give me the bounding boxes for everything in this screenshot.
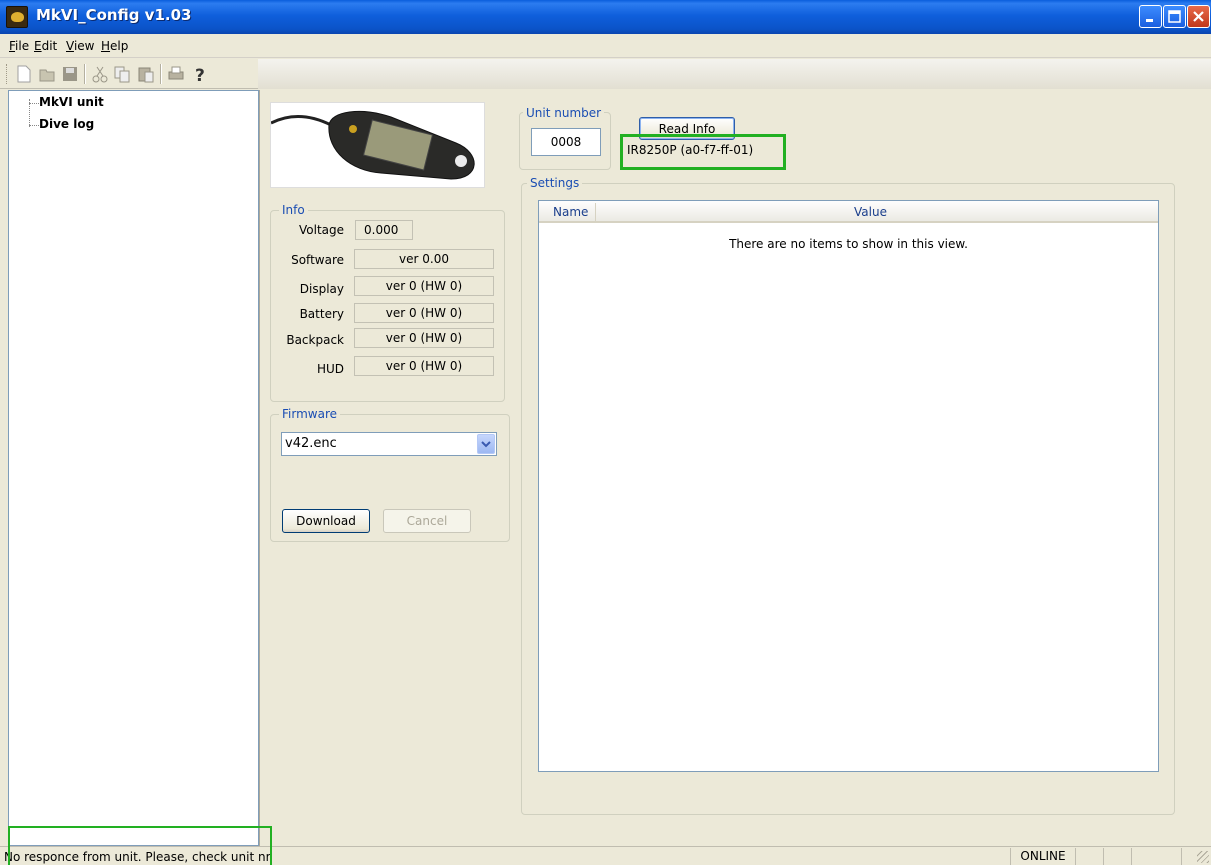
device-image <box>270 102 485 188</box>
voltage-value: 0.000 <box>355 220 413 240</box>
firmware-select-value: v42.enc <box>285 436 337 451</box>
tree-connector <box>29 125 39 126</box>
chip-id-highlight-box <box>620 134 786 170</box>
app-icon <box>6 6 28 28</box>
display-value: ver 0 (HW 0) <box>354 276 494 296</box>
toolbar: ? <box>0 59 1211 89</box>
open-icon[interactable] <box>38 64 58 84</box>
settings-list[interactable]: Name Value There are no items to show in… <box>538 200 1159 772</box>
firmware-group-title: Firmware <box>279 407 340 421</box>
toolbar-separator <box>160 64 162 84</box>
status-panel <box>1104 848 1132 865</box>
resize-grip[interactable] <box>1197 851 1209 863</box>
menu-file[interactable]: File <box>9 39 29 53</box>
column-header-name[interactable]: Name <box>553 205 588 219</box>
list-header: Name Value <box>539 201 1158 223</box>
toolbar-grip[interactable] <box>6 64 9 84</box>
chevron-down-icon[interactable] <box>477 434 495 454</box>
copy-icon[interactable] <box>112 64 132 84</box>
menu-view[interactable]: View <box>66 39 94 53</box>
title-bar: MkVI_Config v1.03 <box>0 0 1211 34</box>
status-highlight-box <box>8 826 272 865</box>
maximize-button[interactable] <box>1163 5 1186 28</box>
connection-status: ONLINE <box>1010 848 1076 865</box>
paste-icon[interactable] <box>136 64 156 84</box>
info-group-title: Info <box>279 203 308 217</box>
download-button[interactable]: Download <box>282 509 370 533</box>
svg-text:?: ? <box>195 66 205 84</box>
help-icon[interactable]: ? <box>190 64 210 86</box>
close-button[interactable] <box>1187 5 1210 28</box>
menu-edit[interactable]: Edit <box>34 39 57 53</box>
unit-number-title: Unit number <box>523 106 605 120</box>
firmware-select[interactable]: v42.enc <box>281 432 497 456</box>
software-label: Software <box>291 253 344 267</box>
column-header-value[interactable]: Value <box>854 205 887 219</box>
close-icon <box>1193 11 1204 22</box>
maximize-icon <box>1168 10 1181 23</box>
voltage-label: Voltage <box>298 223 344 237</box>
menu-help[interactable]: Help <box>101 39 128 53</box>
toolbar-empty-area <box>258 59 1211 89</box>
window-title: MkVI_Config v1.03 <box>36 6 192 24</box>
print-icon[interactable] <box>166 64 186 84</box>
empty-list-message: There are no items to show in this view. <box>729 237 968 251</box>
toolbar-separator <box>84 64 86 84</box>
minimize-button[interactable] <box>1139 5 1162 28</box>
hud-value: ver 0 (HW 0) <box>354 356 494 376</box>
hud-label: HUD <box>316 362 344 376</box>
navigation-tree[interactable]: MkVI unit Dive log <box>8 90 259 846</box>
unit-number-input[interactable]: 0008 <box>531 128 601 156</box>
cut-icon[interactable] <box>90 64 110 84</box>
save-icon[interactable] <box>60 64 80 84</box>
battery-label: Battery <box>299 307 344 321</box>
status-panel <box>1076 848 1104 865</box>
tree-item-dive-log[interactable]: Dive log <box>39 117 94 131</box>
status-panel <box>1132 848 1182 865</box>
column-divider[interactable] <box>595 203 596 221</box>
new-icon[interactable] <box>14 64 34 84</box>
software-value: ver 0.00 <box>354 249 494 269</box>
backpack-value: ver 0 (HW 0) <box>354 328 494 348</box>
display-label: Display <box>299 282 344 296</box>
menu-bar: File Edit View Help <box>0 34 1211 58</box>
tree-connector <box>29 103 39 104</box>
backpack-label: Backpack <box>286 333 344 347</box>
cancel-button[interactable]: Cancel <box>383 509 471 533</box>
tree-item-mkvi-unit[interactable]: MkVI unit <box>39 95 104 109</box>
minimize-icon <box>1146 19 1153 22</box>
settings-group-title: Settings <box>527 176 583 190</box>
battery-value: ver 0 (HW 0) <box>354 303 494 323</box>
